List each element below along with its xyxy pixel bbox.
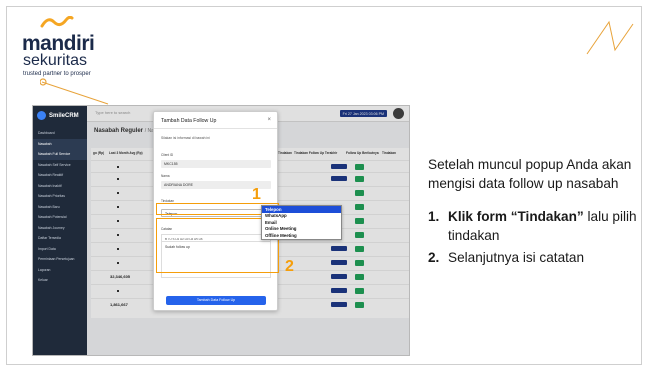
sidebar-item-reaktif[interactable]: Nasabah Reaktif <box>33 170 87 181</box>
sidebar-item-self-service[interactable]: Nasabah Self Service <box>33 160 87 171</box>
sidebar-item-nasabah[interactable]: Nasabah <box>33 138 87 149</box>
dropdown-option-email[interactable]: Email <box>262 219 341 226</box>
dropdown-option-whatsapp[interactable]: WhatsApp <box>262 213 341 220</box>
dropdown-option-offline-meeting[interactable]: Offline Meeting <box>262 232 341 239</box>
name-label: Nama <box>161 174 170 178</box>
instruction-steps: 1. Klik form “Tindakan” lalu pilih tinda… <box>428 208 640 272</box>
crm-sidebar: SmileCRM Dashboard Nasabah Nasabah Full … <box>33 106 87 355</box>
client-id-field[interactable]: MKC155 <box>161 160 271 168</box>
modal-title: Tambah Data Follow Up <box>161 118 217 124</box>
sidebar-item-potensial[interactable]: Nasabah Potensial <box>33 212 87 223</box>
modal-divider <box>154 128 277 129</box>
sidebar-item-persetujuan[interactable]: Permintaan Persetujuan <box>33 254 87 265</box>
callout-number-1: 1 <box>252 186 261 203</box>
crm-brand: SmileCRM <box>37 111 79 120</box>
action-dropdown-list: Telepon WhatsApp Email Online Meeting Of… <box>261 205 342 240</box>
logo-wave-icon <box>40 16 74 28</box>
instruction-intro: Setelah muncul popup Anda akan mengisi d… <box>428 157 632 191</box>
crm-screenshot: SmileCRM Dashboard Nasabah Nasabah Full … <box>32 105 410 356</box>
step-number: 1. <box>428 209 440 224</box>
instruction-step-1: 1. Klik form “Tindakan” lalu pilih tinda… <box>428 208 640 245</box>
dropdown-option-online-meeting[interactable]: Online Meeting <box>262 226 341 233</box>
step-text: Selanjutnya isi catatan <box>448 250 585 265</box>
crm-logo-icon <box>37 111 46 120</box>
crm-menu: Dashboard Nasabah Nasabah Full Service N… <box>33 128 87 286</box>
sidebar-item-daftar[interactable]: Daftar Tersedia <box>33 233 87 244</box>
submit-follow-up-button[interactable]: Tambah Data Follow Up <box>166 296 266 305</box>
dropdown-option-telepon[interactable]: Telepon <box>262 206 341 213</box>
client-id-label: Client ID <box>161 153 174 157</box>
sidebar-item-keluar[interactable]: Keluar <box>33 275 87 286</box>
sidebar-item-baru[interactable]: Nasabah Baru <box>33 202 87 213</box>
sidebar-item-import[interactable]: Import Data <box>33 244 87 255</box>
close-icon[interactable]: × <box>267 117 271 123</box>
sidebar-item-laporan[interactable]: Laporan <box>33 265 87 276</box>
sidebar-item-prioritas[interactable]: Nasabah Prioritas <box>33 191 87 202</box>
sidebar-item-inaktif[interactable]: Nasabah Inaktif <box>33 181 87 192</box>
logo-product: sekuritas <box>23 52 88 69</box>
instruction-step-2: 2. Selanjutnya isi catatan <box>428 249 640 268</box>
sidebar-item-dashboard[interactable]: Dashboard <box>33 128 87 139</box>
sidebar-item-full-service[interactable]: Nasabah Full Service <box>33 149 87 160</box>
step-number: 2. <box>428 250 440 265</box>
sidebar-item-journey[interactable]: Nasabah Journey <box>33 223 87 234</box>
callout-number-2: 2 <box>285 258 294 275</box>
logo-tagline: trusted partner to prosper <box>23 71 91 77</box>
corner-decoration-top-right <box>586 20 634 55</box>
modal-subtitle: Silakan isi informasi di bawah ini <box>161 136 210 140</box>
crm-app-name: SmileCRM <box>49 112 79 119</box>
step-emphasis: Klik form “Tindakan” <box>448 209 584 224</box>
